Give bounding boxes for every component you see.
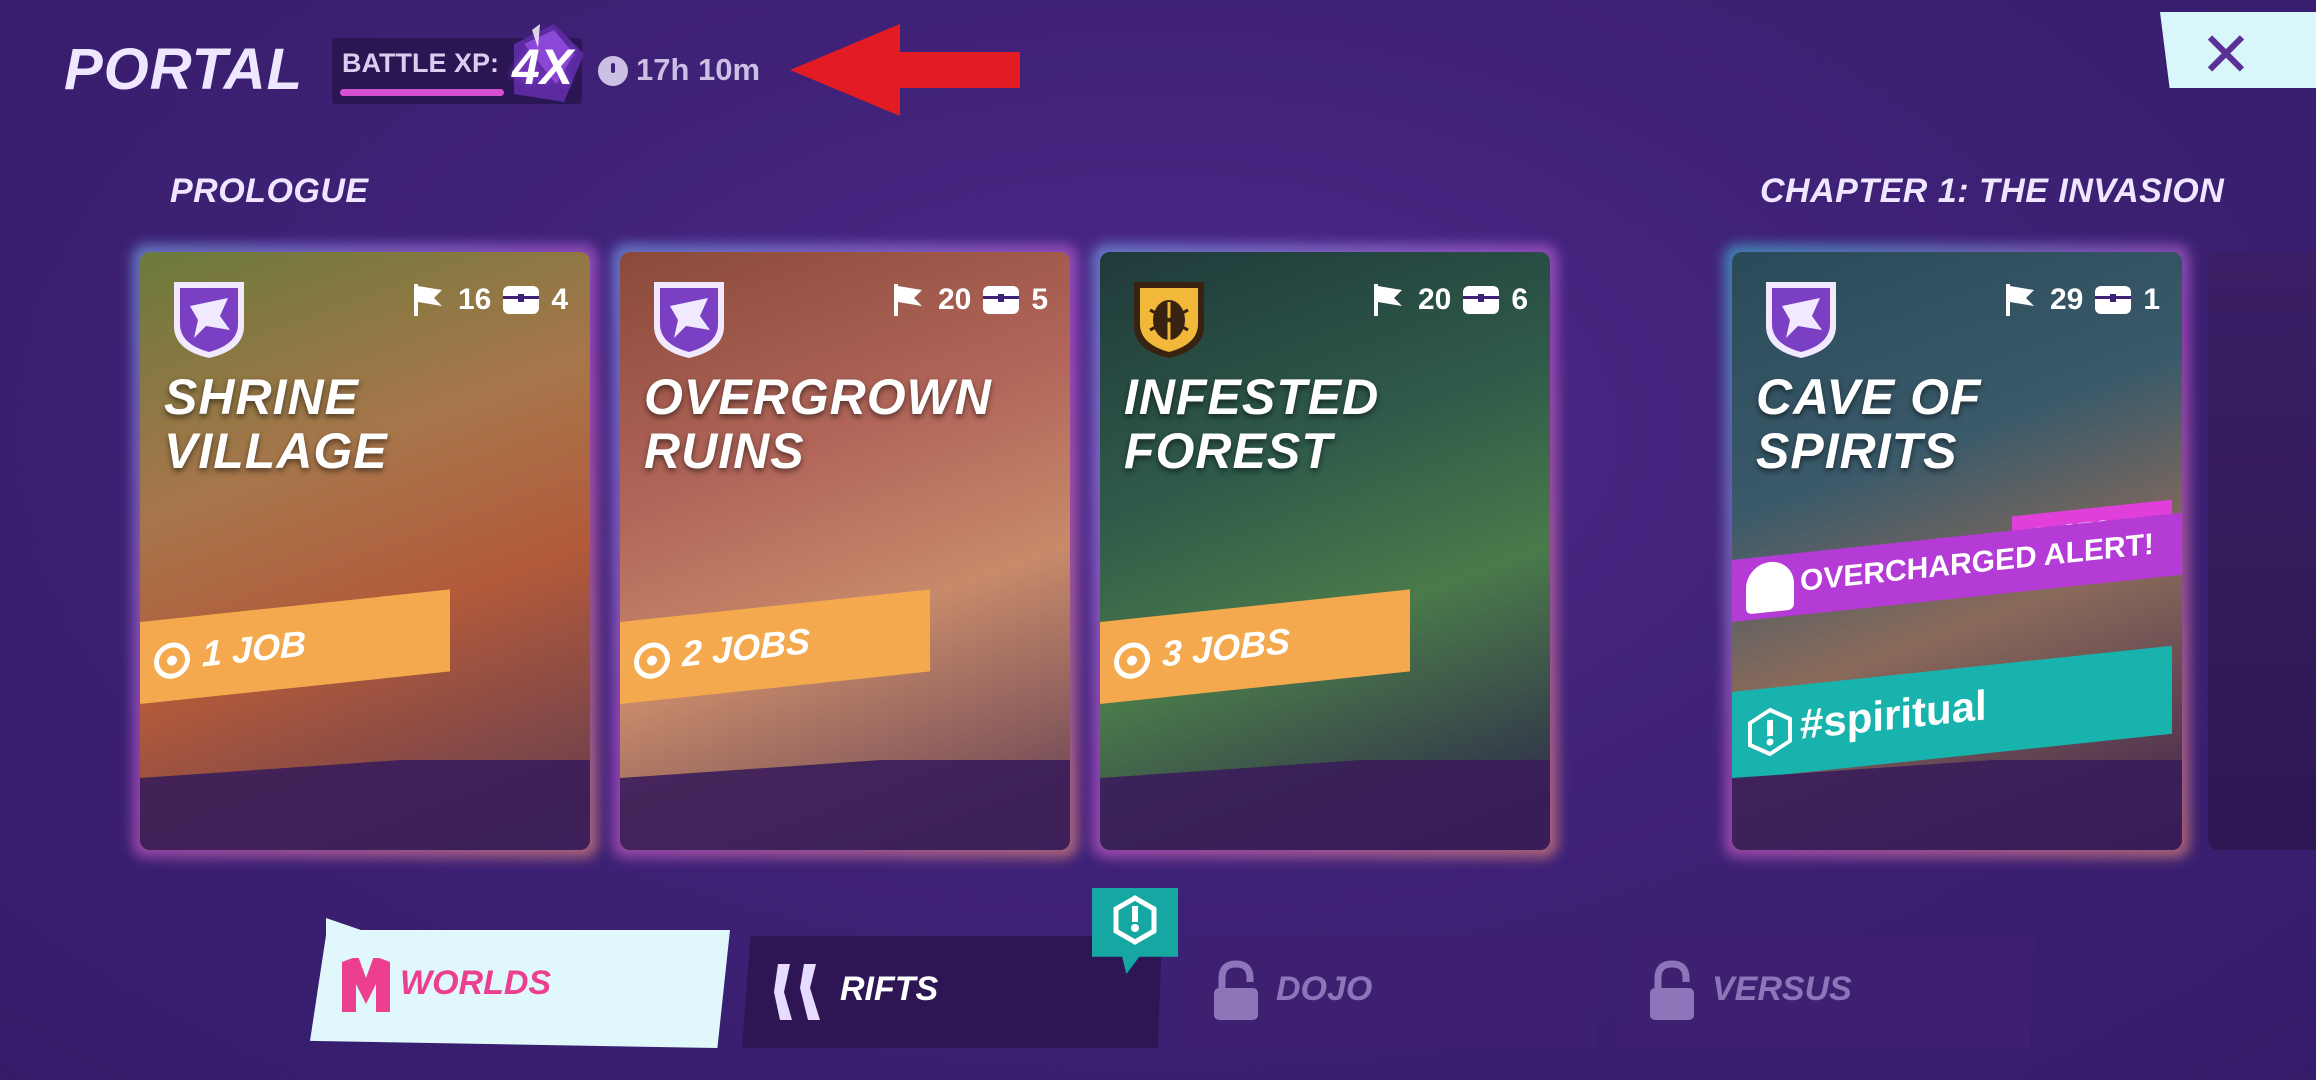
- card-stats: 20 6: [1368, 282, 1528, 318]
- chest-count: 5: [1031, 283, 1048, 316]
- section-label-prologue: PROLOGUE: [170, 172, 369, 210]
- card-title: SHRINE VILLAGE: [164, 370, 388, 478]
- stopwatch-icon: [598, 56, 628, 86]
- card-title-line2: SPIRITS: [1756, 423, 1958, 479]
- world-card-shrine-village[interactable]: 16 4 SHRINE VILLAGE 1 JOB: [140, 252, 590, 850]
- close-button[interactable]: ✕: [2160, 12, 2316, 88]
- chest-icon: [983, 286, 1020, 314]
- tab-label: VERSUS: [1712, 970, 1852, 1008]
- card-stats: 29 1: [2000, 282, 2160, 318]
- chest-count: 4: [551, 283, 568, 316]
- chest-icon: [1463, 286, 1500, 314]
- card-title-line1: CAVE OF: [1756, 369, 1982, 425]
- tag-text: #spiritual: [1800, 681, 1987, 748]
- chest-count: 6: [1511, 283, 1528, 316]
- card-title-line2: RUINS: [644, 423, 805, 479]
- battle-xp-badge[interactable]: BATTLE XP: 4X: [332, 24, 584, 104]
- job-banner: 3 JOBS: [1100, 589, 1410, 704]
- card-stats: 16 4: [408, 282, 568, 318]
- close-icon: ✕: [2200, 21, 2252, 90]
- card-title: CAVE OF SPIRITS: [1756, 370, 1982, 478]
- tab-label: RIFTS: [840, 970, 939, 1008]
- card-title: OVERGROWN RUINS: [644, 370, 992, 478]
- tab-label: DOJO: [1276, 970, 1373, 1008]
- card-footer: [1732, 760, 2182, 850]
- tag-banner: #spiritual: [1732, 645, 2172, 780]
- job-banner: 1 JOB: [140, 589, 450, 704]
- lock-icon: [1214, 960, 1258, 1020]
- hexagon-alert-icon: [1748, 707, 1792, 757]
- beetle-emblem-icon: [1134, 282, 1204, 358]
- flag-icon: [413, 284, 442, 316]
- card-footer: [620, 760, 1070, 850]
- card-stats: 20 5: [888, 282, 1048, 318]
- card-title-line1: INFESTED: [1124, 369, 1380, 425]
- red-arrow-annotation-icon: [790, 24, 1020, 116]
- world-card-overgrown-ruins[interactable]: 20 5 OVERGROWN RUINS 2 JOBS: [620, 252, 1070, 850]
- flag-count: 16: [457, 283, 492, 316]
- tab-label: WORLDS: [400, 964, 552, 1002]
- overcharged-alert-text: OVERCHARGED ALERT!: [1800, 527, 2154, 598]
- job-count: 3 JOBS: [1162, 620, 1291, 675]
- tab-versus[interactable]: VERSUS: [1616, 936, 2034, 1048]
- card-footer: [1100, 760, 1550, 850]
- target-icon: [154, 640, 190, 681]
- chest-icon: [503, 286, 540, 314]
- tab-dojo[interactable]: DOJO: [1180, 936, 1600, 1048]
- world-card-infested-forest[interactable]: 20 6 INFESTED FOREST 3 JOBS: [1100, 252, 1550, 850]
- battle-xp-multiplier: 4X: [512, 39, 574, 95]
- battle-xp-timer: 17h 10m: [636, 52, 761, 87]
- battle-xp-progress-bar: [340, 89, 504, 96]
- flag-count: 29: [2049, 283, 2084, 316]
- dragon-emblem-icon: [1766, 282, 1836, 358]
- target-icon: [1114, 640, 1150, 681]
- world-card-cave-of-spirits[interactable]: 29 1 CAVE OF SPIRITS 27S OVERCHARGED ALE…: [1732, 252, 2182, 850]
- card-title-line1: OVERGROWN: [644, 369, 992, 425]
- world-card-next[interactable]: [2208, 252, 2316, 850]
- card-title-line1: SHRINE: [164, 369, 359, 425]
- hexagon-alert-icon: [1113, 895, 1157, 945]
- flag-icon: [893, 284, 922, 316]
- ghost-icon: [1746, 559, 1794, 615]
- chest-count: 1: [2143, 283, 2160, 316]
- section-label-chapter1: CHAPTER 1: THE INVASION: [1760, 172, 2225, 210]
- card-title-line2: VILLAGE: [164, 423, 388, 479]
- dragon-emblem-icon: [654, 282, 724, 358]
- flag-icon: [1373, 284, 1402, 316]
- job-count: 1 JOB: [202, 622, 307, 675]
- job-banner: 2 JOBS: [620, 589, 930, 704]
- page-title: PORTAL: [64, 37, 304, 102]
- dragon-emblem-icon: [174, 282, 244, 358]
- target-icon: [634, 640, 670, 681]
- worlds-m-icon: [342, 956, 390, 1012]
- flag-count: 20: [1417, 283, 1452, 316]
- card-footer: [140, 760, 590, 850]
- card-title-line2: FOREST: [1124, 423, 1333, 479]
- lock-icon: [1650, 960, 1694, 1020]
- card-title: INFESTED FOREST: [1124, 370, 1379, 478]
- flag-count: 20: [937, 283, 972, 316]
- overcharged-alert-banner: OVERCHARGED ALERT!: [1732, 512, 2182, 622]
- chest-icon: [2095, 286, 2132, 314]
- battle-xp-label: BATTLE XP:: [342, 48, 499, 78]
- rifts-icon: [774, 964, 820, 1020]
- job-count: 2 JOBS: [682, 620, 811, 675]
- flag-icon: [2005, 284, 2034, 316]
